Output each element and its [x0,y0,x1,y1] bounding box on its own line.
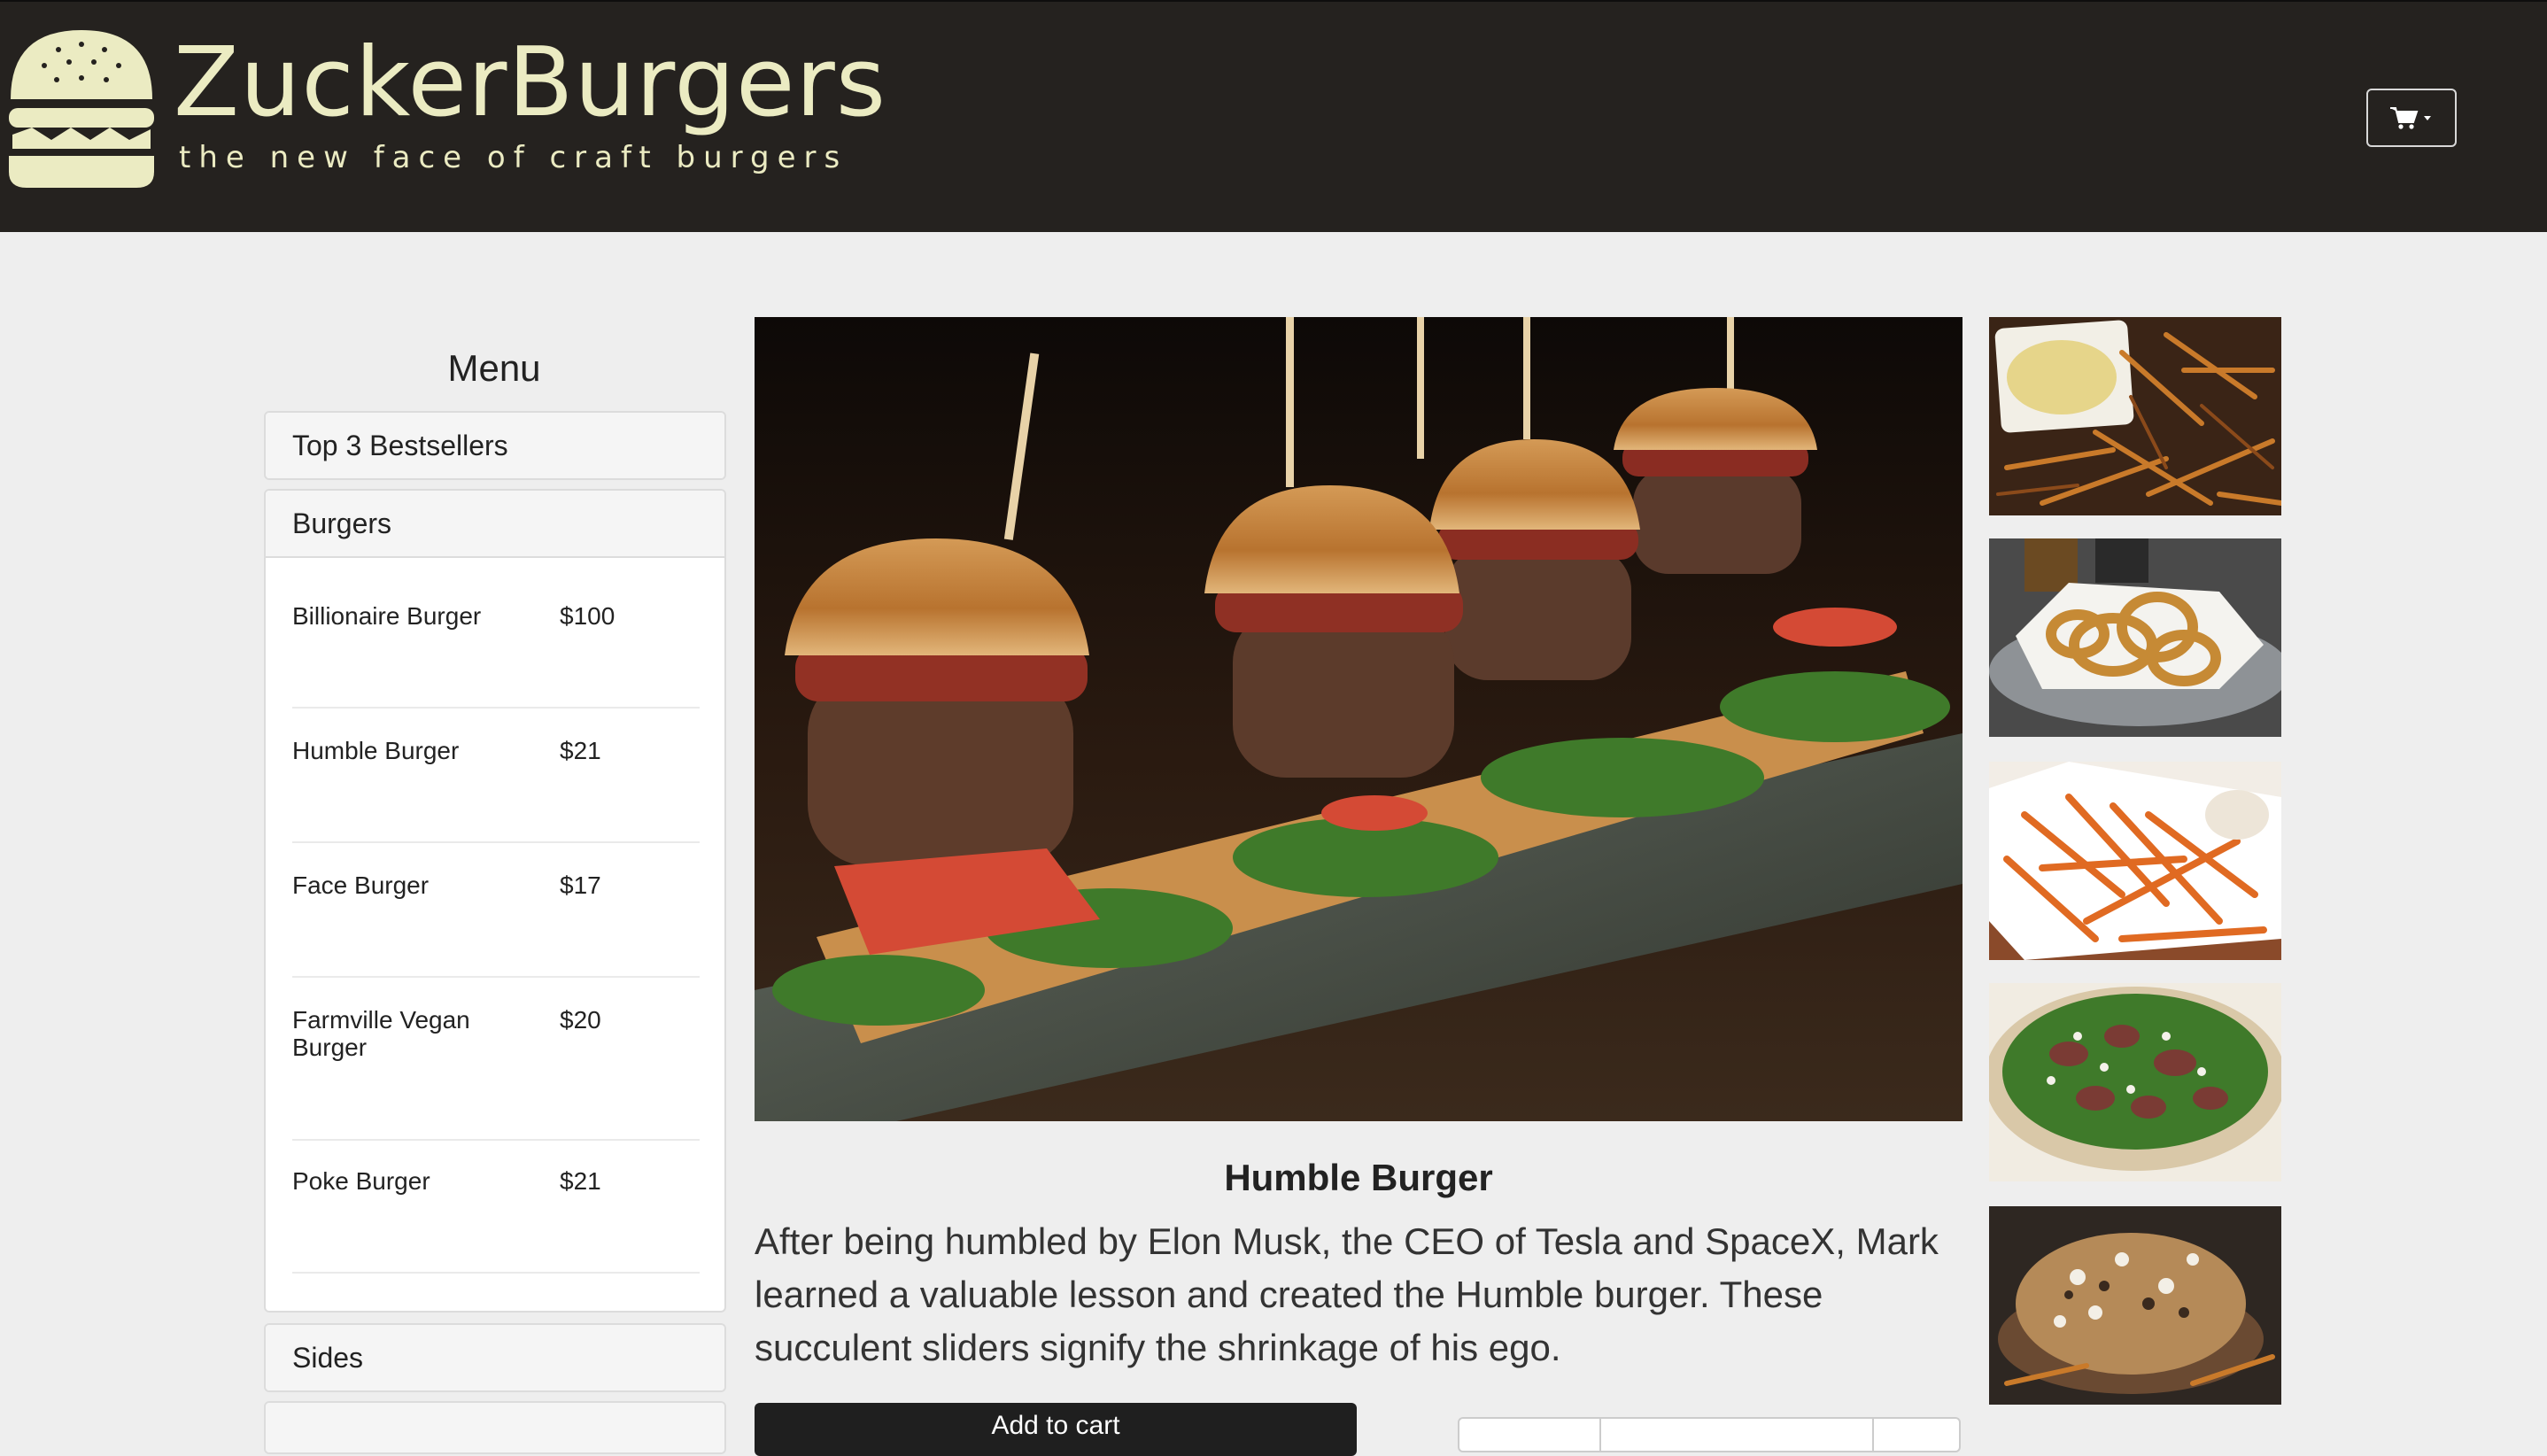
product-title: Humble Burger [1224,1157,1493,1198]
menu-item-name: Poke Burger [292,1167,430,1195]
thumbnail-loaded-fries[interactable] [1989,1206,2281,1405]
fig-salad-photo [1989,983,2281,1181]
category-next[interactable] [264,1401,726,1454]
quantity-stepper[interactable] [1458,1417,1961,1452]
loaded-fries-photo [1989,1206,2281,1405]
thumbnail-sweet-potato-fries[interactable] [1989,762,2281,960]
category-sides[interactable]: Sides [264,1323,726,1392]
menu-item-price: $17 [560,871,601,899]
shopping-cart-icon [2390,107,2431,129]
category-label[interactable]: Burgers [266,491,724,558]
add-to-cart-button[interactable]: Add to cart [755,1403,1357,1456]
thumbnail-fries-with-dip[interactable] [1989,317,2281,515]
site-header: ZuckerBurgers the new face of craft burg… [0,0,2547,232]
cart-dropdown-button[interactable] [2366,89,2457,147]
menu-item-name: Face Burger [292,871,430,899]
menu-item-name: Farmville Vegan Burger [292,1006,470,1061]
menu-item-name: Humble Burger [292,737,460,764]
thumbnail-fig-salad[interactable] [1989,983,2281,1181]
burger-sliders-photo [755,317,1963,1121]
menu-item-face-burger[interactable]: Face Burger $17 [292,871,700,978]
product-description: After being humbled by Elon Musk, the CE… [755,1220,1939,1368]
category-burgers: Burgers Billionaire Burger $100 Humble B… [264,489,726,1313]
menu-item-name: Billionaire Burger [292,602,482,630]
fries-with-dip-photo [1989,317,2281,515]
category-label[interactable]: Sides [266,1325,724,1390]
menu-item-price: $21 [560,1167,601,1195]
menu-item-price: $20 [560,1006,601,1034]
burger-logo-icon[interactable] [5,23,158,191]
brand-name[interactable]: ZuckerBurgers [174,35,886,131]
thumbnail-onion-rings[interactable] [1989,538,2281,737]
onion-rings-photo [1989,538,2281,737]
menu-item-billionaire-burger[interactable]: Billionaire Burger $100 [292,602,700,709]
menu-item-price: $100 [560,602,615,630]
brand-tagline: the new face of craft burgers [179,140,848,175]
menu-item-poke-burger[interactable]: Poke Burger $21 [292,1167,700,1274]
menu-item-humble-burger[interactable]: Humble Burger $21 [292,737,700,843]
sweet-potato-fries-photo [1989,762,2281,960]
menu-item-price: $21 [560,737,601,764]
menu-item-farmville-vegan-burger[interactable]: Farmville Vegan Burger $20 [292,1006,700,1141]
caret-down-icon [2424,116,2431,120]
stepper-divider [1872,1419,1874,1451]
category-label[interactable]: Top 3 Bestsellers [266,413,724,478]
category-top-3-bestsellers[interactable]: Top 3 Bestsellers [264,411,726,480]
stepper-divider [1599,1419,1601,1451]
menu-title: Menu [447,347,541,389]
